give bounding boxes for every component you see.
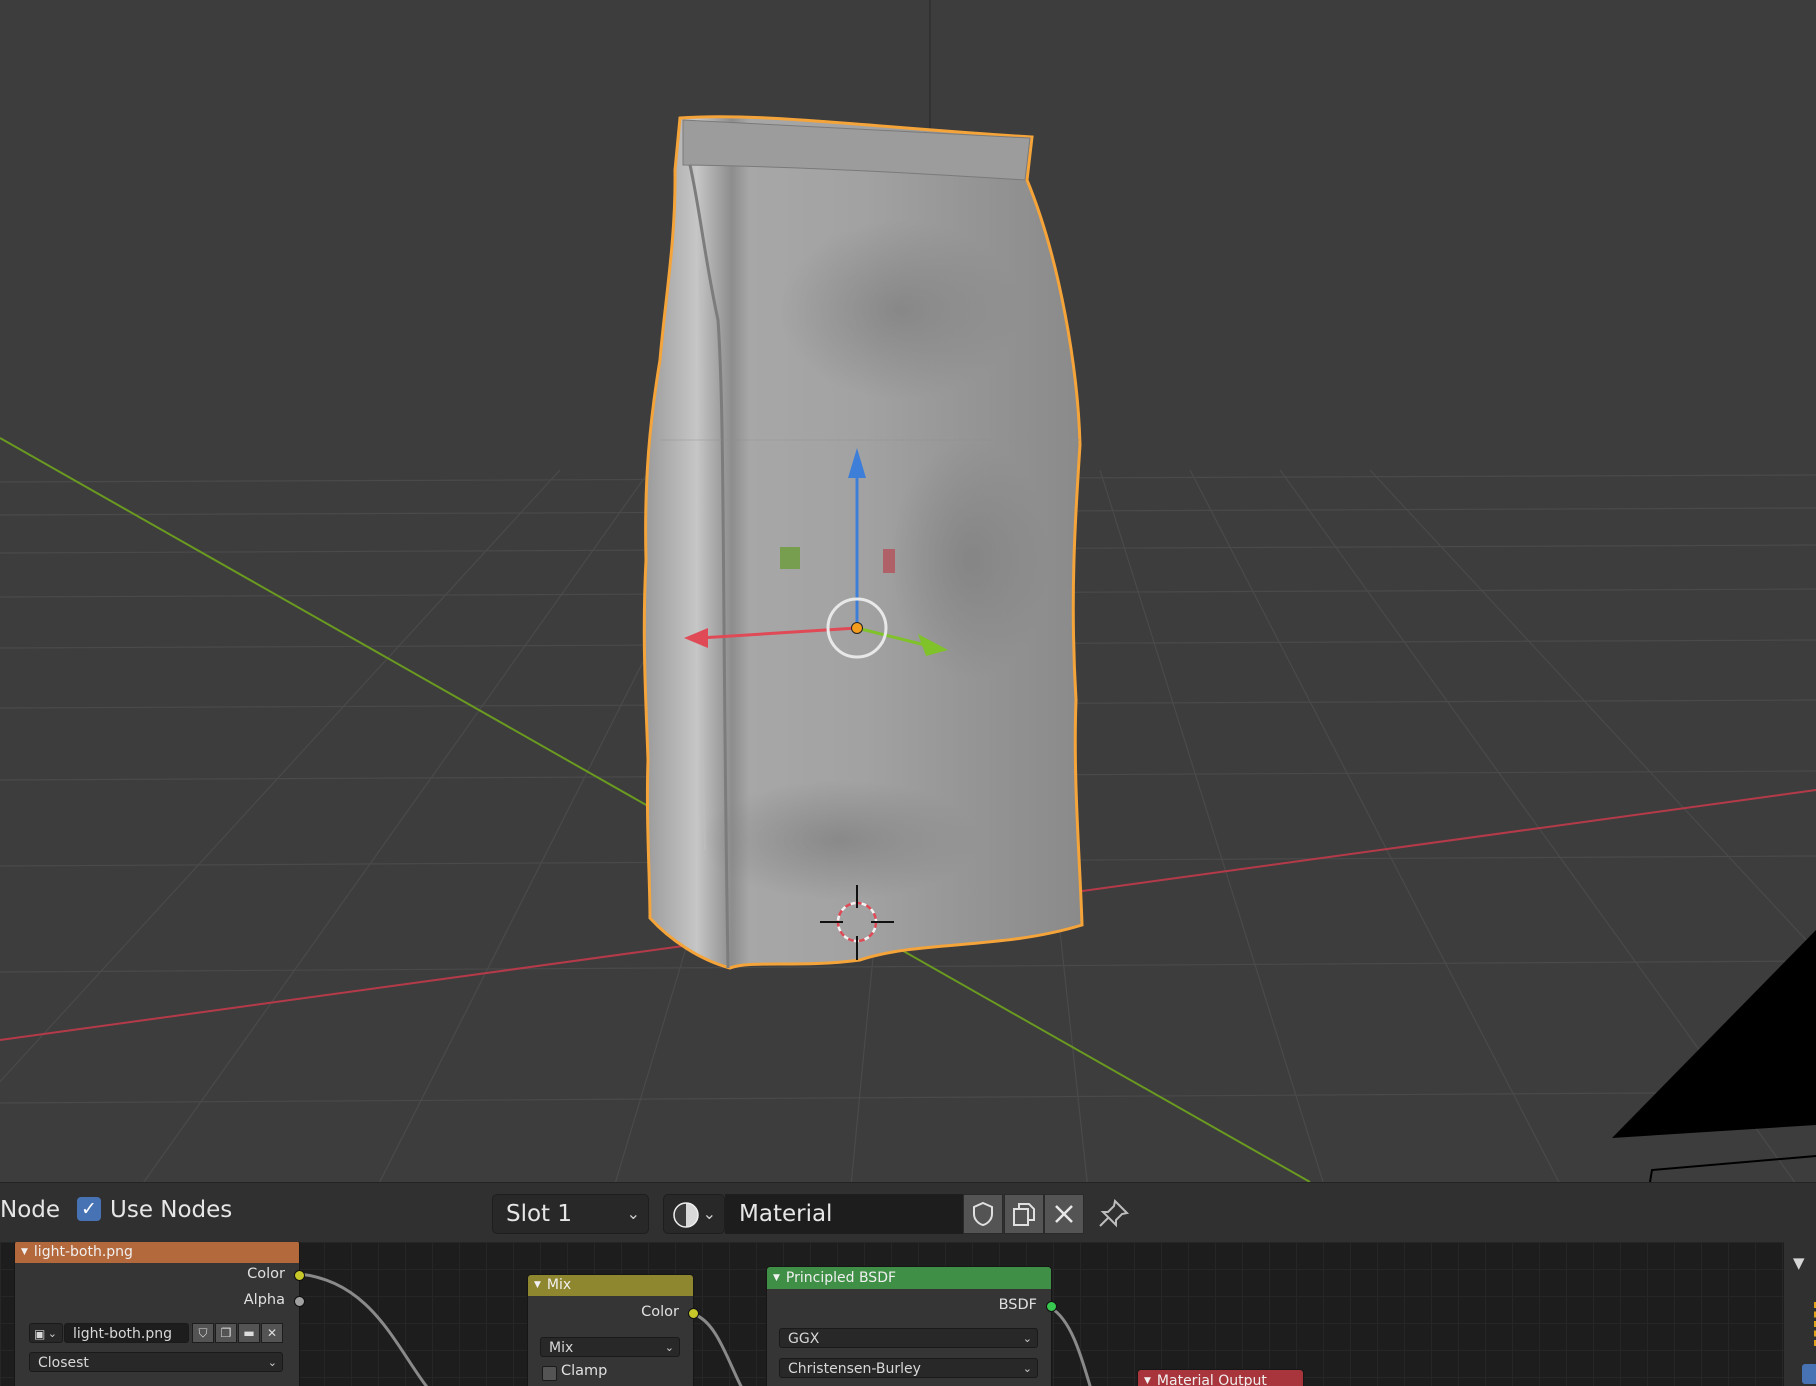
node-editor-sidebar-toggle[interactable]: ▼ bbox=[1784, 1242, 1816, 1386]
node-editor-canvas[interactable]: ▼ light-both.png Color Alpha ▣ ⌄ light-bot… bbox=[0, 1242, 1784, 1386]
slot-value: Slot 1 bbox=[506, 1201, 573, 1227]
close-icon[interactable] bbox=[1044, 1194, 1084, 1234]
socket-label-color: Color bbox=[641, 1304, 679, 1320]
duplicate-icon[interactable]: ❐ bbox=[215, 1323, 237, 1343]
material-name: Material bbox=[739, 1201, 833, 1227]
use-nodes-checkbox[interactable]: ✓ bbox=[77, 1197, 101, 1221]
image-node-header[interactable]: ▼ light-both.png bbox=[15, 1242, 299, 1263]
folder-icon[interactable]: ▬ bbox=[238, 1323, 260, 1343]
chevron-down-icon: ⌄ bbox=[267, 1356, 277, 1369]
principled-node-header[interactable]: ▼ Principled BSDF bbox=[767, 1267, 1051, 1289]
sidebar-tab-icon[interactable] bbox=[1802, 1364, 1816, 1384]
duplicate-icon[interactable] bbox=[1004, 1194, 1044, 1234]
editor-menu-node[interactable]: Node bbox=[0, 1197, 60, 1223]
pin-icon[interactable] bbox=[1097, 1198, 1133, 1230]
distribution-dropdown[interactable]: GGX ⌄ bbox=[779, 1328, 1038, 1348]
image-browse-button[interactable]: ▣ ⌄ bbox=[29, 1323, 63, 1343]
collapse-triangle-icon[interactable]: ▼ bbox=[773, 1273, 780, 1283]
image-name: light-both.png bbox=[73, 1326, 172, 1342]
mix-node-header[interactable]: ▼ Mix bbox=[528, 1275, 693, 1296]
shield-icon[interactable]: ⛉ bbox=[192, 1323, 214, 1343]
slot-dropdown[interactable]: Slot 1 ⌄ bbox=[492, 1194, 649, 1234]
material-browse-button[interactable]: ⌄ bbox=[663, 1194, 725, 1234]
collapse-triangle-icon[interactable]: ▼ bbox=[21, 1247, 28, 1257]
node-editor-header: Node ✓ Use Nodes Slot 1 ⌄ ⌄ Material bbox=[0, 1182, 1816, 1243]
material-output-header[interactable]: ▼ Material Output bbox=[1138, 1370, 1303, 1386]
chevron-down-icon: ⌄ bbox=[1022, 1332, 1032, 1345]
use-nodes-label[interactable]: Use Nodes bbox=[110, 1197, 232, 1223]
blend-type-dropdown[interactable]: Mix ⌄ bbox=[540, 1337, 680, 1357]
clamp-label: Clamp bbox=[561, 1363, 608, 1379]
alpha-output-socket[interactable] bbox=[294, 1296, 305, 1307]
material-name-field[interactable]: Material bbox=[725, 1194, 963, 1234]
chevron-down-icon: ⌄ bbox=[702, 1204, 716, 1223]
distribution-value: GGX bbox=[788, 1331, 820, 1347]
3d-viewport[interactable] bbox=[0, 0, 1816, 1182]
chevron-down-icon: ⌄ bbox=[626, 1204, 640, 1223]
image-node-title: light-both.png bbox=[33, 1244, 133, 1260]
image-icon: ▣ bbox=[34, 1327, 46, 1341]
mix-node[interactable]: ▼ Mix Color Mix ⌄ Clamp bbox=[527, 1274, 699, 1386]
socket-label-color: Color bbox=[247, 1266, 285, 1282]
image-name-field[interactable]: light-both.png bbox=[64, 1323, 189, 1343]
socket-label-bsdf: BSDF bbox=[998, 1297, 1037, 1313]
shield-icon[interactable] bbox=[963, 1194, 1003, 1234]
chevron-down-icon: ⌄ bbox=[664, 1341, 674, 1354]
principled-node-title: Principled BSDF bbox=[785, 1270, 897, 1286]
bag-mesh bbox=[642, 115, 1084, 970]
subsurface-method-dropdown[interactable]: Christensen-Burley ⌄ bbox=[779, 1358, 1038, 1378]
interpolation-value: Closest bbox=[38, 1355, 89, 1371]
triangle-down-icon[interactable]: ▼ bbox=[1793, 1254, 1805, 1272]
color-output-socket[interactable] bbox=[688, 1308, 699, 1319]
principled-bsdf-node[interactable]: ▼ Principled BSDF BSDF GGX ⌄ Christensen-… bbox=[766, 1266, 1057, 1386]
color-output-socket[interactable] bbox=[294, 1270, 305, 1281]
socket-label-alpha: Alpha bbox=[243, 1292, 285, 1308]
blend-type-value: Mix bbox=[549, 1340, 574, 1356]
interpolation-dropdown[interactable]: Closest ⌄ bbox=[29, 1352, 283, 1372]
collapse-triangle-icon[interactable]: ▼ bbox=[1144, 1376, 1151, 1386]
clamp-checkbox[interactable] bbox=[542, 1366, 557, 1381]
chevron-down-icon: ⌄ bbox=[1022, 1362, 1032, 1375]
material-output-node[interactable]: ▼ Material Output bbox=[1137, 1369, 1304, 1386]
subsurface-method-value: Christensen-Burley bbox=[788, 1361, 921, 1377]
close-icon[interactable]: ✕ bbox=[261, 1323, 283, 1343]
material-output-title: Material Output bbox=[1156, 1373, 1267, 1386]
viewport-scene[interactable] bbox=[0, 0, 1816, 1182]
collapse-triangle-icon[interactable]: ▼ bbox=[534, 1280, 541, 1290]
mix-node-title: Mix bbox=[546, 1277, 572, 1293]
image-texture-node[interactable]: ▼ light-both.png Color Alpha ▣ ⌄ light-bot… bbox=[14, 1242, 305, 1386]
bsdf-output-socket[interactable] bbox=[1046, 1301, 1057, 1312]
